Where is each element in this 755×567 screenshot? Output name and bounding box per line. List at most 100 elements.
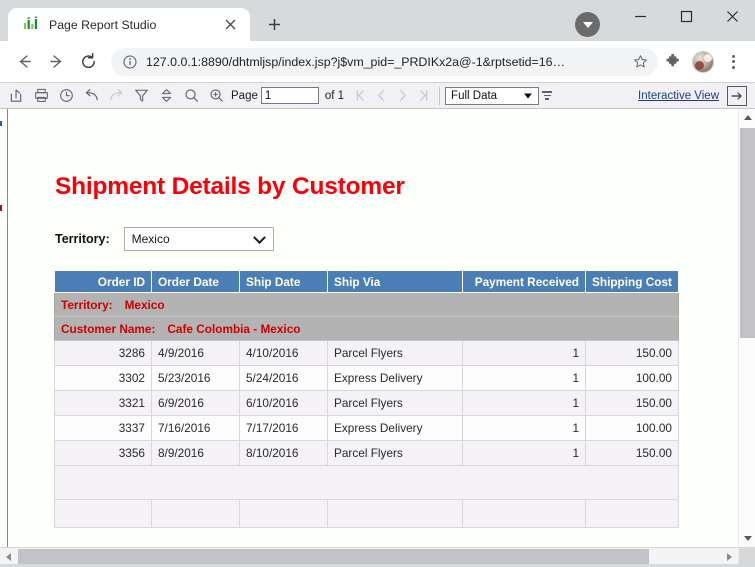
- horizontal-scrollbar[interactable]: [0, 547, 738, 564]
- url-text: 127.0.0.1:8890/dhtmljsp/index.jsp?j$vm_p…: [146, 54, 565, 69]
- cell-ship-date: 4/10/2016: [239, 340, 328, 366]
- table-row[interactable]: 3356 8/9/2016 8/10/2016 Parcel Flyers 1 …: [54, 440, 679, 466]
- col-header-shipping-cost[interactable]: Shipping Cost: [585, 270, 679, 293]
- toolbar-divider: [439, 86, 441, 105]
- vertical-scroll-thumb[interactable]: [740, 128, 755, 338]
- group-territory-value: Mexico: [124, 297, 165, 312]
- export-share-icon[interactable]: [4, 84, 29, 108]
- col-header-ship-via[interactable]: Ship Via: [327, 270, 463, 293]
- cell-ship-date: 8/10/2016: [239, 440, 328, 466]
- group-header-territory: Territory: Mexico: [54, 292, 679, 317]
- printer-icon[interactable]: [29, 84, 54, 108]
- cell-ship-via: Parcel Flyers: [327, 440, 463, 466]
- last-page-icon[interactable]: [413, 84, 434, 108]
- cell-shipping-cost: 150.00: [585, 440, 679, 466]
- bookmark-star-icon[interactable]: [628, 50, 652, 74]
- kebab-menu-icon[interactable]: [720, 47, 746, 77]
- cell-ship-date: 7/17/2016: [239, 415, 328, 441]
- scroll-right-arrow-icon[interactable]: [721, 548, 738, 564]
- next-page-icon[interactable]: [392, 84, 413, 108]
- redo-arrow-icon[interactable]: [104, 84, 129, 108]
- footer-cell: [462, 499, 586, 528]
- data-mode-select[interactable]: Full Data: [445, 86, 540, 105]
- maximize-button[interactable]: [663, 0, 709, 33]
- data-mode-value: Full Data: [451, 89, 498, 102]
- table-row[interactable]: 3286 4/9/2016 4/10/2016 Parcel Flyers 1 …: [54, 340, 679, 366]
- spacer-cell: [54, 465, 679, 500]
- clock-icon[interactable]: [54, 84, 79, 108]
- horizontal-scroll-thumb[interactable]: [18, 549, 649, 564]
- back-button[interactable]: [9, 47, 39, 77]
- profile-chevron-button[interactable]: [575, 12, 600, 37]
- scroll-down-arrow-icon[interactable]: [739, 530, 755, 547]
- scroll-left-arrow-icon[interactable]: [0, 548, 17, 564]
- forward-button[interactable]: [41, 47, 71, 77]
- group-territory-label: Territory:: [61, 297, 113, 312]
- first-page-icon[interactable]: [350, 84, 371, 108]
- cell-order-date: 8/9/2016: [151, 440, 240, 466]
- close-window-button[interactable]: [709, 0, 755, 33]
- table-row[interactable]: 3337 7/16/2016 7/17/2016 Express Deliver…: [54, 415, 679, 441]
- cell-order-id: 3286: [54, 340, 152, 366]
- table-row[interactable]: 3321 6/9/2016 6/10/2016 Parcel Flyers 1 …: [54, 390, 679, 416]
- col-header-payment-received[interactable]: Payment Received: [462, 270, 586, 293]
- col-header-order-id[interactable]: Order ID: [54, 270, 152, 293]
- cell-order-date: 6/9/2016: [151, 390, 240, 416]
- footer-cell: [151, 499, 240, 528]
- territory-prompt: Territory: Mexico: [55, 227, 274, 251]
- undo-arrow-icon[interactable]: [79, 84, 104, 108]
- data-lines-icon[interactable]: [539, 84, 555, 108]
- report-canvas: Shipment Details by Customer Territory: …: [0, 109, 755, 564]
- page-number-input[interactable]: [260, 87, 319, 104]
- cell-ship-date: 6/10/2016: [239, 390, 328, 416]
- magnifier-icon[interactable]: [179, 84, 204, 108]
- exit-arrow-icon[interactable]: [727, 85, 747, 106]
- user-avatar[interactable]: [692, 50, 714, 73]
- interactive-view-link[interactable]: Interactive View: [638, 90, 719, 102]
- col-header-ship-date[interactable]: Ship Date: [239, 270, 328, 293]
- cell-shipping-cost: 150.00: [585, 390, 679, 416]
- cell-ship-date: 5/24/2016: [239, 365, 328, 391]
- table-row[interactable]: 3302 5/23/2016 5/24/2016 Express Deliver…: [54, 365, 679, 391]
- funnel-filter-icon[interactable]: [129, 84, 154, 108]
- vertical-scrollbar[interactable]: [738, 109, 755, 547]
- territory-select[interactable]: Mexico: [123, 227, 274, 251]
- group-territory-cell: Territory: Mexico: [54, 292, 679, 317]
- chevron-down-icon: [252, 231, 266, 245]
- magnifier-plus-icon[interactable]: [204, 84, 229, 108]
- page-total-label: of 1: [324, 89, 345, 102]
- group-header-customer: Customer Name: Cafe Colombia - Mexico: [54, 316, 679, 341]
- sort-diamond-icon[interactable]: [154, 84, 179, 108]
- group-customer-label: Customer Name:: [61, 321, 156, 336]
- cell-payment-received: 1: [462, 365, 586, 391]
- dropdown-caret-icon: [524, 93, 533, 98]
- report-toolbar: Page of 1 Full Data Interactive View: [0, 83, 755, 109]
- address-bar[interactable]: 127.0.0.1:8890/dhtmljsp/index.jsp?j$vm_p…: [111, 47, 658, 76]
- report-page: Shipment Details by Customer Territory: …: [8, 109, 738, 545]
- info-circle-icon[interactable]: [122, 54, 138, 70]
- scroll-up-arrow-icon[interactable]: [739, 109, 755, 126]
- cell-ship-via: Parcel Flyers: [327, 390, 463, 416]
- cell-ship-via: Express Delivery: [327, 365, 463, 391]
- reload-button[interactable]: [73, 47, 103, 77]
- prev-page-icon[interactable]: [371, 84, 392, 108]
- minimize-button[interactable]: [617, 0, 663, 33]
- cell-ship-via: Express Delivery: [327, 415, 463, 441]
- cell-payment-received: 1: [462, 340, 586, 366]
- cell-payment-received: 1: [462, 390, 586, 416]
- col-header-order-date[interactable]: Order Date: [151, 270, 240, 293]
- territory-label: Territory:: [55, 232, 110, 246]
- group-customer-cell: Customer Name: Cafe Colombia - Mexico: [54, 316, 679, 341]
- chevron-down-icon: [582, 21, 593, 28]
- browser-tab[interactable]: Page Report Studio: [8, 8, 250, 41]
- tab-close-icon[interactable]: [220, 15, 240, 35]
- cell-order-date: 5/23/2016: [151, 365, 240, 391]
- new-tab-button[interactable]: [260, 10, 288, 38]
- scrollbar-corner: [738, 547, 755, 564]
- table-header: Order ID Order Date Ship Date Ship Via P…: [54, 270, 679, 293]
- cell-order-date: 4/9/2016: [151, 340, 240, 366]
- table-header-row: Order ID Order Date Ship Date Ship Via P…: [54, 270, 679, 293]
- puzzle-piece-icon[interactable]: [660, 47, 686, 77]
- footer-cell: [327, 499, 463, 528]
- tab-strip: Page Report Studio: [0, 0, 755, 41]
